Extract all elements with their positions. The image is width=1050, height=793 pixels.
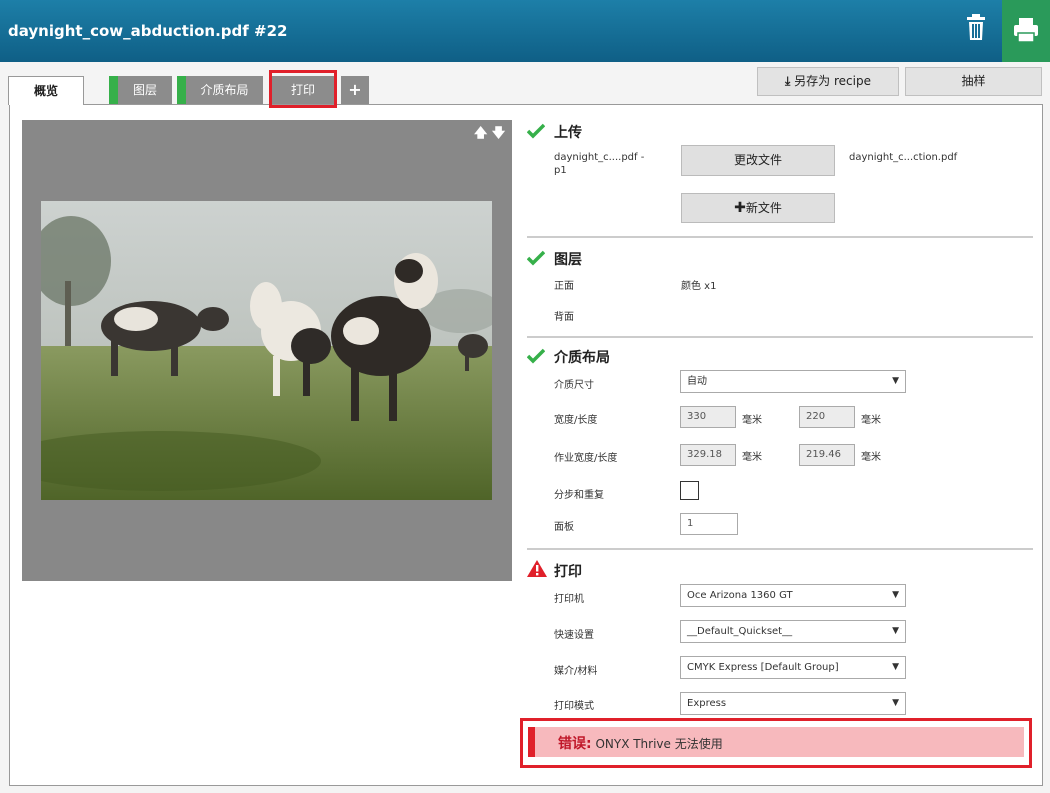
check-icon — [527, 250, 545, 266]
preview-area — [22, 120, 512, 581]
print-mode-value: Express — [687, 698, 727, 709]
job-width-unit: 毫米 — [742, 452, 762, 463]
tab-overview[interactable]: 概览 — [8, 76, 84, 105]
error-prefix: 错误: — [558, 736, 592, 752]
media-material-label: 媒介/材料 — [554, 666, 598, 677]
back-label: 背面 — [554, 312, 574, 323]
job-width-length-label: 作业宽度/长度 — [554, 453, 618, 464]
plus-icon: + — [348, 80, 362, 99]
error-message: 错误: ONYX Thrive 无法使用 — [528, 727, 1024, 757]
error-highlight: 错误: ONYX Thrive 无法使用 — [520, 718, 1032, 768]
job-width-input[interactable]: 329.18 — [680, 444, 736, 466]
print-section-title: 打印 — [554, 564, 582, 580]
print-mode-label: 打印模式 — [554, 701, 594, 712]
length-input[interactable]: 220 — [799, 406, 855, 428]
error-text: 错误: ONYX Thrive 无法使用 — [558, 733, 723, 753]
printer-value: Oce Arizona 1360 GT — [687, 590, 793, 601]
current-file-name: daynight_c...ction.pdf — [849, 152, 958, 163]
media-size-value: 自动 — [687, 376, 707, 387]
caret-down-icon: ▼ — [892, 376, 899, 386]
change-file-label: 更改文件 — [733, 153, 782, 167]
front-value: 颜色 x1 — [681, 281, 717, 292]
tab-ok-indicator — [177, 76, 186, 104]
error-indicator — [528, 727, 535, 757]
plus-icon: ✚ — [734, 200, 746, 216]
download-icon: ⤓ — [785, 74, 791, 88]
preview-image — [41, 201, 492, 500]
tab-layers-label: 图层 — [132, 83, 157, 97]
caret-down-icon: ▼ — [892, 698, 899, 708]
new-file-button[interactable]: ✚新文件 — [681, 193, 835, 223]
save-recipe-button[interactable]: ⤓ 另存为 recipe — [757, 67, 899, 96]
quickset-label: 快速设置 — [554, 630, 594, 641]
tab-media-layout[interactable]: 介质布局 — [177, 76, 263, 104]
tab-overview-label: 概览 — [33, 84, 58, 98]
error-message-text: ONYX Thrive 无法使用 — [595, 737, 723, 751]
width-unit: 毫米 — [742, 415, 762, 426]
job-length-input[interactable]: 219.46 — [799, 444, 855, 466]
tab-media-layout-label: 介质布局 — [200, 83, 249, 97]
quickset-value: __Default_Quickset__ — [687, 626, 793, 637]
tab-ok-indicator — [109, 76, 118, 104]
check-icon — [527, 123, 545, 139]
print-mode-select[interactable]: Express ▼ — [680, 692, 906, 715]
step-repeat-label: 分步和重复 — [554, 490, 604, 501]
quickset-select[interactable]: __Default_Quickset__ ▼ — [680, 620, 906, 643]
caret-down-icon: ▼ — [892, 590, 899, 600]
change-file-button[interactable]: 更改文件 — [681, 145, 835, 176]
section-divider — [527, 336, 1033, 338]
warning-icon — [527, 560, 547, 577]
printer-label: 打印机 — [554, 594, 584, 605]
job-length-unit: 毫米 — [861, 452, 881, 463]
caret-down-icon: ▼ — [892, 626, 899, 636]
caret-down-icon: ▼ — [892, 662, 899, 672]
save-recipe-label: 另存为 recipe — [794, 74, 871, 88]
width-input[interactable]: 330 — [680, 406, 736, 428]
sample-label: 抽样 — [961, 74, 986, 88]
length-unit: 毫米 — [861, 415, 881, 426]
step-repeat-checkbox[interactable] — [680, 481, 699, 500]
upload-file-label-1: daynight_c....pdf - — [554, 152, 645, 163]
swap-arrows-icon[interactable]: 🡅 🡇 — [474, 124, 505, 146]
media-size-select[interactable]: 自动 ▼ — [680, 370, 906, 393]
printer-select[interactable]: Oce Arizona 1360 GT ▼ — [680, 584, 906, 607]
trash-icon[interactable] — [957, 10, 995, 46]
tab-layers[interactable]: 图层 — [109, 76, 172, 104]
section-divider — [527, 236, 1033, 238]
upload-file-label-2: p1 — [554, 165, 567, 176]
width-length-label: 宽度/长度 — [554, 415, 598, 426]
job-title: daynight_cow_abduction.pdf #22 — [8, 22, 288, 40]
panels-input[interactable]: 1 — [680, 513, 738, 535]
print-icon[interactable] — [1002, 0, 1050, 62]
check-icon — [527, 348, 545, 364]
media-material-value: CMYK Express [Default Group] — [687, 662, 839, 673]
sample-button[interactable]: 抽样 — [905, 67, 1042, 96]
front-label: 正面 — [554, 281, 574, 292]
layers-section-title: 图层 — [554, 252, 582, 268]
panels-label: 面板 — [554, 522, 574, 533]
media-material-select[interactable]: CMYK Express [Default Group] ▼ — [680, 656, 906, 679]
title-bar: daynight_cow_abduction.pdf #22 — [0, 0, 1050, 62]
upload-section-title: 上传 — [554, 125, 582, 141]
tab-print-highlight — [269, 70, 337, 108]
add-tab-button[interactable]: + — [341, 76, 369, 104]
section-divider — [527, 548, 1033, 550]
media-size-label: 介质尺寸 — [554, 380, 594, 391]
new-file-label: 新文件 — [745, 201, 782, 215]
media-layout-section-title: 介质布局 — [554, 350, 610, 366]
